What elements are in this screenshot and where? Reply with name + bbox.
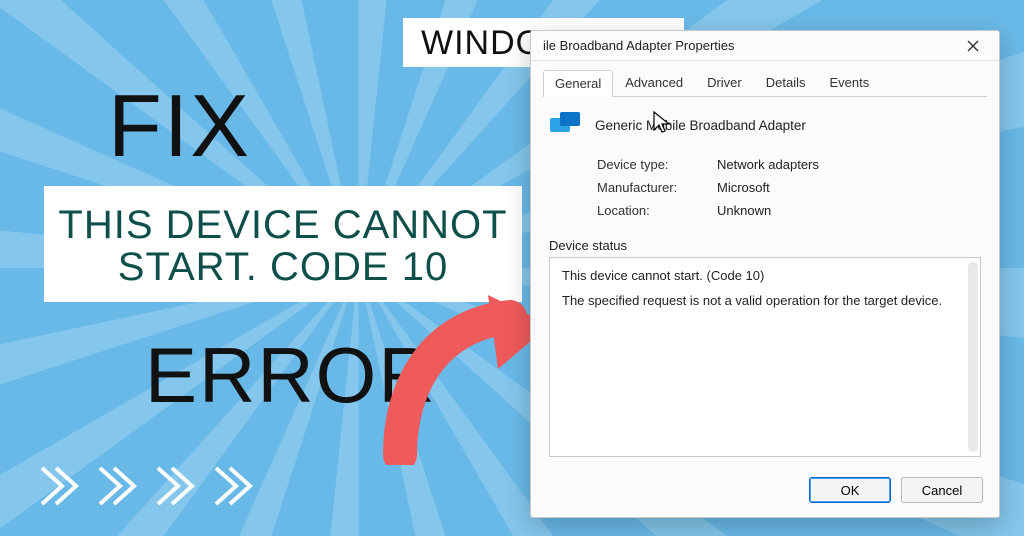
headline-message-line1: THIS DEVICE CANNOT bbox=[58, 204, 508, 246]
headline-message-line2: START. CODE 10 bbox=[58, 246, 508, 288]
network-adapter-icon bbox=[549, 111, 583, 139]
device-info-grid: Device type: Network adapters Manufactur… bbox=[597, 157, 981, 218]
headline-error: ERROR bbox=[145, 330, 437, 421]
device-name: Generic Mobile Broadband Adapter bbox=[595, 118, 806, 133]
close-button[interactable] bbox=[955, 34, 991, 58]
cancel-button[interactable]: Cancel bbox=[901, 477, 983, 503]
device-status-group: Device status This device cannot start. … bbox=[549, 238, 981, 457]
tab-events[interactable]: Events bbox=[818, 69, 882, 96]
dialog-body: Generic Mobile Broadband Adapter Device … bbox=[531, 97, 999, 465]
tab-advanced[interactable]: Advanced bbox=[613, 69, 695, 96]
value-location: Unknown bbox=[717, 203, 981, 218]
chevron-right-icon bbox=[38, 464, 82, 508]
label-device-type: Device type: bbox=[597, 157, 717, 172]
headline-message-box: THIS DEVICE CANNOT START. CODE 10 bbox=[44, 186, 522, 302]
status-line-2: The specified request is not a valid ope… bbox=[562, 293, 968, 308]
tab-general[interactable]: General bbox=[543, 70, 613, 97]
headline-fix: FIX bbox=[108, 75, 251, 177]
device-status-label: Device status bbox=[549, 238, 981, 253]
ok-button[interactable]: OK bbox=[809, 477, 891, 503]
value-manufacturer: Microsoft bbox=[717, 180, 981, 195]
device-status-box[interactable]: This device cannot start. (Code 10) The … bbox=[549, 257, 981, 457]
dialog-title: ile Broadband Adapter Properties bbox=[543, 38, 735, 53]
tab-driver[interactable]: Driver bbox=[695, 69, 754, 96]
status-line-1: This device cannot start. (Code 10) bbox=[562, 268, 968, 283]
chevron-right-icon bbox=[96, 464, 140, 508]
device-properties-dialog: ile Broadband Adapter Properties General… bbox=[530, 30, 1000, 518]
dialog-titlebar[interactable]: ile Broadband Adapter Properties bbox=[531, 31, 999, 61]
dialog-button-row: OK Cancel bbox=[531, 465, 999, 517]
label-location: Location: bbox=[597, 203, 717, 218]
tab-details[interactable]: Details bbox=[754, 69, 818, 96]
close-icon bbox=[967, 40, 979, 52]
chevron-row bbox=[38, 464, 256, 508]
value-device-type: Network adapters bbox=[717, 157, 981, 172]
chevron-right-icon bbox=[154, 464, 198, 508]
tab-row: General Advanced Driver Details Events bbox=[531, 61, 999, 96]
chevron-right-icon bbox=[212, 464, 256, 508]
label-manufacturer: Manufacturer: bbox=[597, 180, 717, 195]
